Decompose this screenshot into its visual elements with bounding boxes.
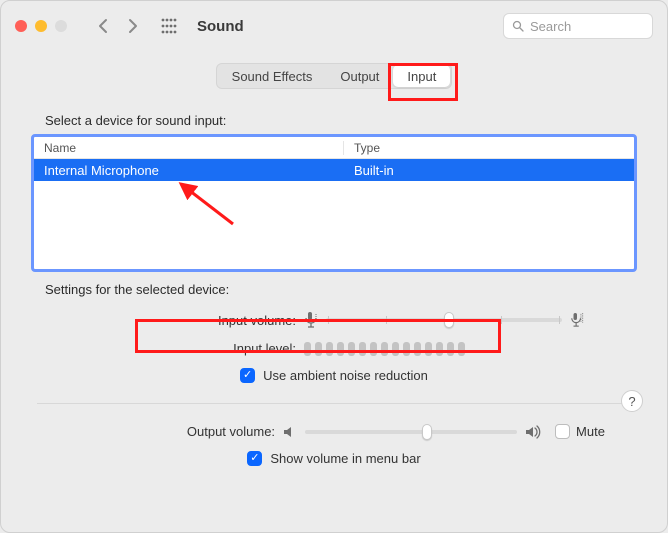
window-title: Sound	[197, 18, 244, 35]
column-name[interactable]: Name	[34, 141, 344, 155]
search-input[interactable]: Search	[503, 13, 653, 39]
slider-knob[interactable]	[422, 424, 432, 440]
menubar-checkbox[interactable]	[247, 451, 262, 466]
tabs-row: Sound Effects Output Input	[1, 51, 667, 95]
tab-sound-effects[interactable]: Sound Effects	[218, 65, 327, 87]
output-volume-slider[interactable]	[305, 430, 517, 434]
device-list-header: Name Type	[34, 137, 634, 159]
window-controls	[15, 20, 67, 32]
ambient-noise-row: Use ambient noise reduction	[31, 362, 637, 389]
tab-input[interactable]: Input	[393, 65, 450, 87]
show-all-button[interactable]	[157, 14, 181, 38]
menubar-label: Show volume in menu bar	[270, 451, 420, 466]
search-icon	[512, 20, 524, 32]
input-volume-control	[304, 311, 584, 329]
output-volume-row: Output volume: Mute	[31, 418, 637, 445]
slider-knob[interactable]	[444, 312, 454, 328]
level-dots	[304, 342, 465, 356]
device-type: Built-in	[344, 163, 634, 178]
output-volume-label: Output volume:	[63, 424, 283, 439]
speaker-low-icon	[283, 425, 297, 439]
output-volume-control	[283, 425, 543, 439]
device-select-label: Select a device for sound input:	[45, 113, 637, 128]
menubar-row: Show volume in menu bar	[31, 445, 637, 472]
help-button[interactable]: ?	[621, 390, 643, 412]
minimize-window-button[interactable]	[35, 20, 47, 32]
input-volume-slider[interactable]	[326, 318, 562, 322]
mute-checkbox[interactable]	[555, 424, 570, 439]
input-level-meter	[304, 342, 584, 356]
device-list: Name Type Internal Microphone Built-in	[31, 134, 637, 272]
input-volume-row: Input volume:	[31, 305, 637, 335]
mute-label: Mute	[576, 424, 605, 439]
input-level-label: Input level:	[84, 341, 304, 356]
zoom-window-button[interactable]	[55, 20, 67, 32]
mic-low-icon	[304, 311, 318, 329]
divider	[37, 403, 631, 404]
input-volume-label: Input volume:	[84, 313, 304, 328]
device-name: Internal Microphone	[34, 163, 344, 178]
search-placeholder: Search	[530, 19, 571, 34]
input-level-row: Input level:	[31, 335, 637, 362]
ambient-noise-checkbox[interactable]	[240, 368, 255, 383]
back-button[interactable]	[91, 14, 115, 38]
mic-high-icon	[570, 311, 584, 329]
column-type[interactable]: Type	[344, 141, 634, 155]
device-settings: Input volume: Input level:	[31, 305, 637, 389]
content-area: Select a device for sound input: Name Ty…	[1, 95, 667, 490]
forward-button[interactable]	[121, 14, 145, 38]
close-window-button[interactable]	[15, 20, 27, 32]
titlebar: Sound Search	[1, 1, 667, 51]
tab-output[interactable]: Output	[326, 65, 393, 87]
device-row[interactable]: Internal Microphone Built-in	[34, 159, 634, 181]
nav-buttons	[91, 14, 145, 38]
tab-segmented-control: Sound Effects Output Input	[216, 63, 453, 89]
ambient-noise-label: Use ambient noise reduction	[263, 368, 428, 383]
settings-label: Settings for the selected device:	[45, 282, 637, 297]
speaker-high-icon	[525, 425, 543, 439]
